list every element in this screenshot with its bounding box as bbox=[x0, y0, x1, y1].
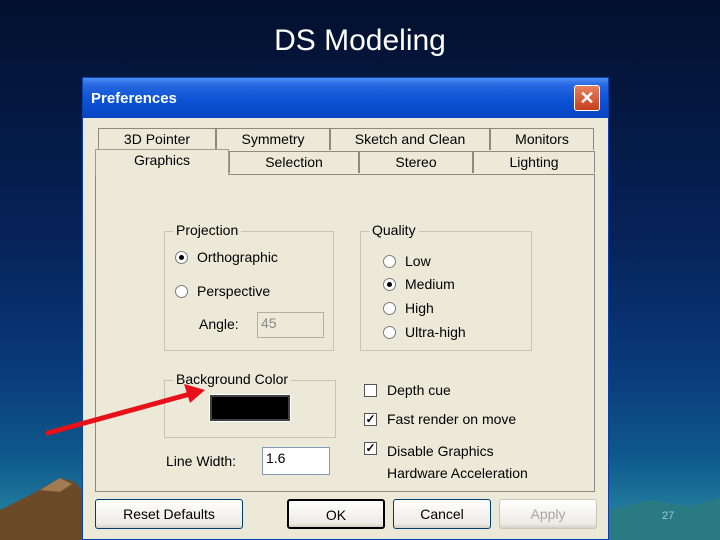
checkmark-icon: ✓ bbox=[364, 441, 377, 455]
radio-orthographic[interactable]: Orthographic bbox=[175, 249, 278, 265]
disable-accel-label: Disable Graphics Hardware Acceleration bbox=[387, 440, 528, 484]
projection-group-label: Projection bbox=[173, 222, 242, 238]
quality-group-label: Quality bbox=[369, 222, 419, 238]
close-icon: ✕ bbox=[579, 88, 595, 108]
tab-symmetry[interactable]: Symmetry bbox=[216, 128, 330, 150]
fast-render-label: Fast render on move bbox=[387, 411, 517, 427]
graphics-tab-panel: Projection Orthographic Perspective Angl… bbox=[95, 174, 595, 492]
cancel-button[interactable]: Cancel bbox=[393, 499, 491, 529]
tab-3d-pointer[interactable]: 3D Pointer bbox=[98, 128, 216, 150]
line-width-input[interactable]: 1.6 bbox=[262, 447, 330, 475]
radio-unselected-icon bbox=[383, 301, 396, 315]
radio-ultra-high-label: Ultra-high bbox=[405, 324, 466, 340]
tab-stereo[interactable]: Stereo bbox=[359, 151, 473, 173]
tab-graphics[interactable]: Graphics bbox=[95, 149, 229, 175]
disable-accel-label-line1: Disable Graphics bbox=[387, 443, 494, 459]
depth-cue-label: Depth cue bbox=[387, 382, 451, 398]
disable-accel-label-line2: Hardware Acceleration bbox=[387, 465, 528, 481]
checkbox-disable-accel[interactable]: ✓ Disable Graphics Hardware Acceleration bbox=[364, 440, 528, 484]
projection-group: Projection Orthographic Perspective Angl… bbox=[164, 222, 334, 351]
checkbox-unchecked-icon bbox=[364, 383, 377, 397]
angle-input[interactable]: 45 bbox=[257, 312, 324, 338]
checkmark-icon: ✓ bbox=[364, 411, 377, 426]
radio-perspective-label: Perspective bbox=[197, 283, 271, 299]
preferences-dialog: Preferences ✕ 3D Pointer Symmetry Sketch… bbox=[82, 77, 609, 540]
line-width-label: Line Width: bbox=[166, 453, 237, 469]
radio-ultra-high[interactable]: Ultra-high bbox=[383, 324, 466, 340]
background-color-swatch[interactable] bbox=[209, 394, 291, 422]
close-button[interactable]: ✕ bbox=[574, 85, 600, 111]
background-color-group: Background Color bbox=[164, 371, 336, 438]
apply-button[interactable]: Apply bbox=[499, 499, 597, 529]
angle-label: Angle: bbox=[199, 316, 239, 332]
radio-unselected-icon bbox=[383, 254, 396, 268]
radio-unselected-icon bbox=[175, 284, 188, 298]
dialog-titlebar[interactable]: Preferences ✕ bbox=[83, 78, 608, 118]
dialog-title: Preferences bbox=[91, 90, 177, 107]
radio-high-label: High bbox=[405, 300, 434, 316]
tab-selection[interactable]: Selection bbox=[229, 151, 359, 173]
checkbox-fast-render[interactable]: ✓ Fast render on move bbox=[364, 411, 516, 427]
slide-title: DS Modeling bbox=[274, 24, 446, 57]
radio-orthographic-label: Orthographic bbox=[197, 249, 278, 265]
tab-sketch-and-clean[interactable]: Sketch and Clean bbox=[330, 128, 490, 150]
radio-perspective[interactable]: Perspective bbox=[175, 283, 270, 299]
quality-group: Quality Low Medium High Ultra-high bbox=[360, 222, 532, 351]
radio-medium-label: Medium bbox=[405, 276, 455, 292]
background-color-group-label: Background Color bbox=[173, 371, 292, 387]
radio-high[interactable]: High bbox=[383, 300, 434, 316]
tab-lighting[interactable]: Lighting bbox=[473, 151, 595, 173]
radio-low-label: Low bbox=[405, 253, 431, 269]
slide-page-number: 27 bbox=[662, 510, 675, 522]
radio-selected-icon bbox=[383, 277, 396, 291]
checkbox-depth-cue[interactable]: Depth cue bbox=[364, 382, 451, 398]
radio-low[interactable]: Low bbox=[383, 253, 431, 269]
reset-defaults-button[interactable]: Reset Defaults bbox=[95, 499, 243, 529]
radio-unselected-icon bbox=[383, 325, 396, 339]
radio-selected-icon bbox=[175, 250, 188, 264]
dialog-body: 3D Pointer Symmetry Sketch and Clean Mon… bbox=[83, 118, 608, 539]
ok-button[interactable]: OK bbox=[287, 499, 385, 529]
radio-medium[interactable]: Medium bbox=[383, 276, 455, 292]
tab-monitors[interactable]: Monitors bbox=[490, 128, 594, 150]
